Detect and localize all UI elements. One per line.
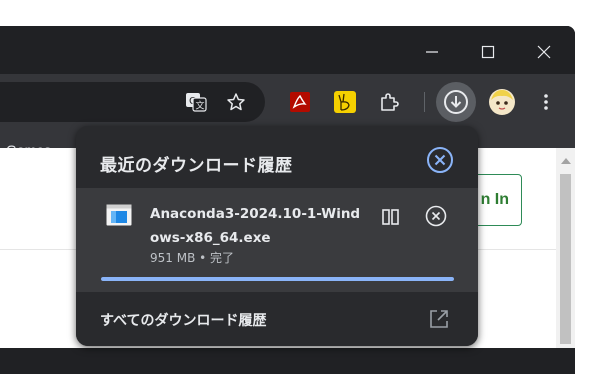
remove-download-button[interactable] — [424, 204, 448, 228]
download-progress-bar — [101, 277, 454, 281]
all-downloads-row[interactable]: すべてのダウンロード履歴 — [76, 292, 478, 346]
peace-sign-extension-icon — [334, 91, 356, 113]
peace-sign-extension-button[interactable] — [329, 86, 361, 118]
pdf-extension-icon — [290, 92, 310, 112]
open-in-new-icon — [430, 310, 448, 328]
bookmark-star-button[interactable] — [220, 86, 252, 118]
scroll-up-arrow-icon[interactable] — [561, 158, 571, 164]
browser-toolbar: G 文 — [0, 74, 575, 130]
extensions-button[interactable] — [373, 86, 405, 118]
download-progress-fill — [101, 277, 454, 281]
profile-avatar-icon — [489, 89, 515, 115]
close-circle-icon — [425, 205, 447, 227]
maximize-button[interactable] — [474, 38, 502, 66]
folder-columns-icon — [382, 209, 399, 225]
menu-button[interactable] — [530, 86, 562, 118]
translate-icon: G 文 — [186, 93, 207, 112]
installer-file-icon — [106, 204, 132, 226]
download-icon — [444, 90, 468, 114]
window-close-button[interactable] — [530, 38, 558, 66]
address-bar[interactable]: G 文 — [0, 82, 265, 122]
minimize-icon — [426, 51, 438, 53]
title-bar — [0, 26, 575, 76]
scroll-thumb[interactable] — [560, 174, 571, 344]
minimize-button[interactable] — [418, 38, 446, 66]
downloads-panel-close-button[interactable] — [426, 146, 454, 174]
download-status: 951 MB • 完了 — [150, 251, 235, 265]
downloads-panel-title: 最近のダウンロード履歴 — [100, 156, 293, 176]
downloads-bubble: 最近のダウンロード履歴 Anaconda3-2024.10-1-Windows-… — [76, 126, 478, 346]
translate-button[interactable]: G 文 — [180, 86, 212, 118]
profile-avatar-button[interactable] — [486, 86, 518, 118]
close-icon — [537, 45, 551, 59]
toolbar-separator — [424, 92, 425, 112]
download-item[interactable]: Anaconda3-2024.10-1-Windows-x86_64.exe 9… — [76, 188, 478, 292]
svg-text:文: 文 — [196, 100, 205, 112]
download-file-name[interactable]: Anaconda3-2024.10-1-Windows-x86_64.exe — [150, 202, 368, 250]
menu-kebab-icon — [544, 94, 548, 110]
open-in-new-tab-button[interactable] — [428, 308, 450, 330]
extensions-puzzle-icon — [381, 93, 399, 111]
maximize-icon — [481, 45, 495, 59]
page-scrollbar[interactable] — [556, 148, 575, 348]
bookmark-star-icon — [227, 93, 245, 111]
download-button[interactable] — [436, 82, 476, 122]
show-in-folder-button[interactable] — [378, 204, 404, 230]
close-circle-icon — [427, 147, 453, 173]
all-downloads-link[interactable]: すべてのダウンロード履歴 — [100, 310, 266, 330]
pdf-extension-button[interactable] — [284, 86, 316, 118]
